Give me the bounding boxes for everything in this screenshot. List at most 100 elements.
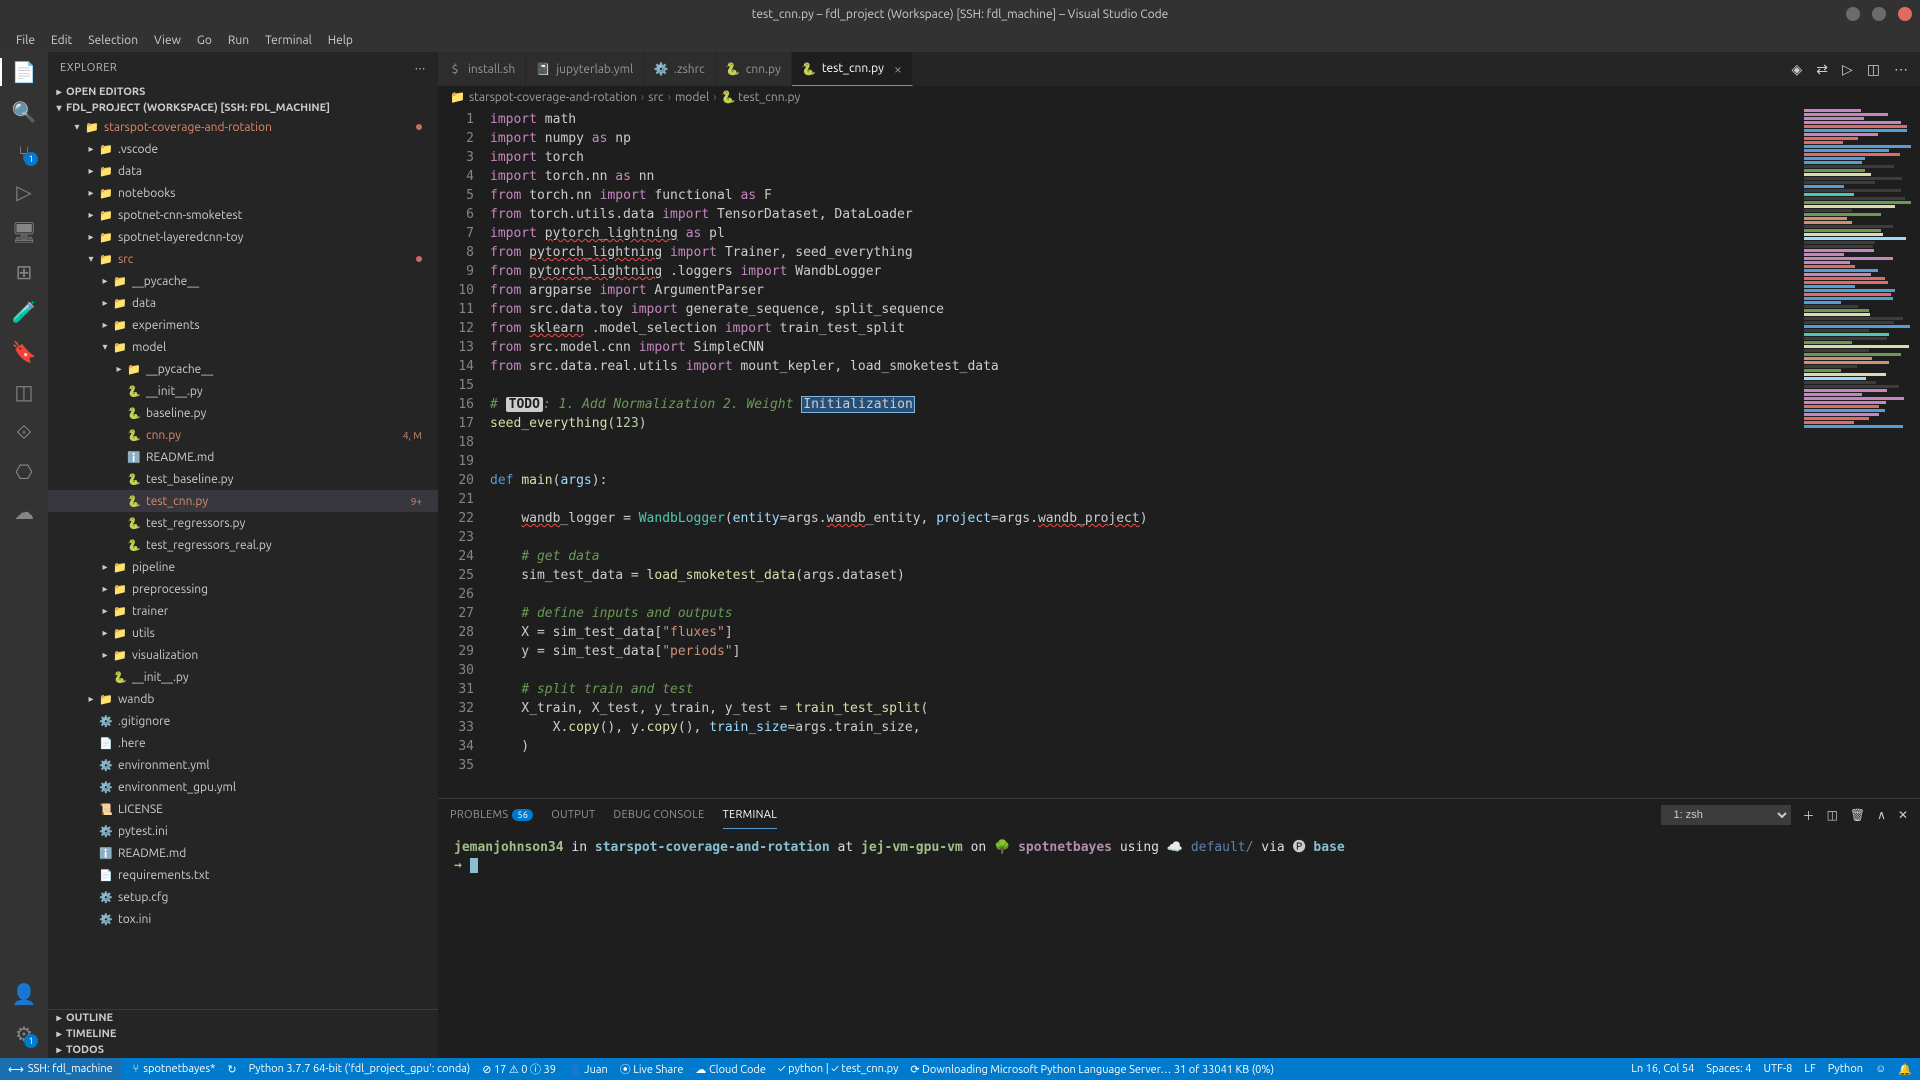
project-manager-icon[interactable]: ⟐: [12, 420, 36, 444]
menu-selection[interactable]: Selection: [80, 32, 146, 49]
tree-item[interactable]: ▸📁notebooks: [48, 182, 438, 204]
feedback-icon[interactable]: ☺: [1875, 1063, 1886, 1075]
menu-terminal[interactable]: Terminal: [257, 32, 320, 49]
project-section[interactable]: ▾FDL_PROJECT (WORKSPACE) [SSH: FDL_MACHI…: [48, 100, 438, 116]
tree-item[interactable]: ▸📁utils: [48, 622, 438, 644]
tree-item[interactable]: ⚙️environment.yml: [48, 754, 438, 776]
cloudcode-status[interactable]: ☁ Cloud Code: [695, 1063, 766, 1076]
menu-help[interactable]: Help: [320, 32, 361, 49]
close-tab-icon[interactable]: ×: [894, 61, 902, 77]
open-editors-section[interactable]: ▸OPEN EDITORS: [48, 84, 438, 100]
tree-item[interactable]: 🐍baseline.py: [48, 402, 438, 424]
terminal-select[interactable]: 1: zsh: [1661, 805, 1791, 825]
tree-item[interactable]: ▸📁wandb: [48, 688, 438, 710]
outline-section[interactable]: ▸OUTLINE: [48, 1010, 438, 1026]
tree-item[interactable]: 🐍cnn.py4, M: [48, 424, 438, 446]
spaces-status[interactable]: Spaces: 4: [1706, 1063, 1751, 1075]
breadcrumb-item[interactable]: starspot-coverage-and-rotation: [469, 91, 637, 104]
minimap[interactable]: [1800, 108, 1920, 798]
langmode-status[interactable]: Python: [1828, 1063, 1863, 1075]
editor-tab[interactable]: 📓jupyterlab.yml: [526, 52, 644, 86]
close-panel-icon[interactable]: ✕: [1898, 808, 1908, 822]
tree-item[interactable]: ⚙️tox.ini: [48, 908, 438, 930]
tree-item[interactable]: 🐍test_baseline.py: [48, 468, 438, 490]
split-editor-icon[interactable]: ◫: [1867, 61, 1880, 78]
more-icon[interactable]: ⋯: [415, 62, 427, 75]
bookmarks-icon[interactable]: 🔖: [12, 340, 36, 364]
tree-item[interactable]: ℹ️README.md: [48, 446, 438, 468]
explorer-icon[interactable]: 📄: [12, 60, 36, 84]
tree-item[interactable]: ▸📁__pycache__: [48, 270, 438, 292]
maximize-icon[interactable]: [1872, 7, 1886, 21]
tree-item[interactable]: 🐍test_regressors_real.py: [48, 534, 438, 556]
tree-item[interactable]: ⚙️environment_gpu.yml: [48, 776, 438, 798]
tree-item[interactable]: ⚙️.gitignore: [48, 710, 438, 732]
tree-item[interactable]: 🐍test_regressors.py: [48, 512, 438, 534]
tree-item[interactable]: ⚙️setup.cfg: [48, 886, 438, 908]
user-status[interactable]: 👤 Juan: [568, 1063, 608, 1076]
editor-tab[interactable]: 🐍test_cnn.py×: [792, 52, 913, 86]
breadcrumb-item[interactable]: src: [648, 91, 663, 104]
tree-item[interactable]: ▾📁model: [48, 336, 438, 358]
tree-item[interactable]: ▸📁__pycache__: [48, 358, 438, 380]
search-icon[interactable]: 🔍: [12, 100, 36, 124]
lncol-status[interactable]: Ln 16, Col 54: [1631, 1063, 1694, 1075]
tree-item[interactable]: ▾📁src: [48, 248, 438, 270]
tree-item[interactable]: ▾📁starspot-coverage-and-rotation: [48, 116, 438, 138]
tree-item[interactable]: ▸📁data: [48, 160, 438, 182]
split-terminal-icon[interactable]: ◫: [1827, 808, 1838, 822]
breadcrumb-item[interactable]: 🐍 test_cnn.py: [720, 90, 800, 104]
more-actions-icon[interactable]: ⋯: [1894, 61, 1908, 78]
test-icon[interactable]: 🧪: [12, 300, 36, 324]
close-icon[interactable]: [1898, 7, 1912, 21]
menu-view[interactable]: View: [146, 32, 189, 49]
tree-item[interactable]: ▸📁pipeline: [48, 556, 438, 578]
open-changes-icon[interactable]: ⇄: [1816, 61, 1828, 78]
settings-icon[interactable]: ⚙1: [12, 1022, 36, 1046]
tree-item[interactable]: ▸📁.vscode: [48, 138, 438, 160]
kill-terminal-icon[interactable]: 🗑: [1850, 808, 1865, 822]
tree-item[interactable]: 🐍__init__.py: [48, 666, 438, 688]
notifications-icon[interactable]: 🔔: [1898, 1063, 1912, 1076]
code-editor[interactable]: import mathimport numpy as npimport torc…: [490, 108, 1800, 798]
tree-item[interactable]: 🐍test_cnn.py9+: [48, 490, 438, 512]
output-tab[interactable]: OUTPUT: [551, 805, 595, 825]
tree-item[interactable]: 🐍__init__.py: [48, 380, 438, 402]
tree-item[interactable]: ▸📁spotnet-layeredcnn-toy: [48, 226, 438, 248]
terminal-tab[interactable]: TERMINAL: [723, 805, 778, 825]
tree-item[interactable]: 📜LICENSE: [48, 798, 438, 820]
breadcrumbs[interactable]: 📁starspot-coverage-and-rotation›src›mode…: [438, 86, 1920, 108]
todos-section[interactable]: ▸TODOS: [48, 1042, 438, 1058]
encoding-status[interactable]: UTF-8: [1764, 1063, 1793, 1075]
docker-icon[interactable]: ◫: [12, 380, 36, 404]
tree-item[interactable]: ℹ️README.md: [48, 842, 438, 864]
tree-item[interactable]: ▸📁spotnet-cnn-smoketest: [48, 204, 438, 226]
eol-status[interactable]: LF: [1804, 1063, 1815, 1075]
timeline-section[interactable]: ▸TIMELINE: [48, 1026, 438, 1042]
maximize-panel-icon[interactable]: ∧: [1877, 808, 1886, 822]
extensions-icon[interactable]: ⊞: [12, 260, 36, 284]
tree-item[interactable]: ▸📁visualization: [48, 644, 438, 666]
minimize-icon[interactable]: [1846, 7, 1860, 21]
accounts-icon[interactable]: 👤: [12, 982, 36, 1006]
remote-status[interactable]: ⟷ SSH: fdl_machine: [0, 1058, 121, 1080]
tree-item[interactable]: ▸📁preprocessing: [48, 578, 438, 600]
new-terminal-icon[interactable]: ＋: [1803, 807, 1815, 824]
source-control-icon[interactable]: ⑂1: [12, 140, 36, 164]
run-debug-icon[interactable]: ▷: [12, 180, 36, 204]
cloud-code-icon[interactable]: ☁: [12, 500, 36, 524]
remote-explorer-icon[interactable]: 🖥: [12, 220, 36, 244]
editor-tab[interactable]: 🐍cnn.py: [716, 52, 792, 86]
branch-status[interactable]: ⑂ spotnetbayes*: [133, 1063, 216, 1075]
problems-tab[interactable]: PROBLEMS56: [450, 805, 533, 825]
menu-go[interactable]: Go: [189, 32, 220, 49]
menu-edit[interactable]: Edit: [43, 32, 80, 49]
tree-item[interactable]: ⚙️pytest.ini: [48, 820, 438, 842]
run-file-icon[interactable]: ▷: [1842, 61, 1853, 78]
lang-status[interactable]: ✓ python | ✓ test_cnn.py: [778, 1063, 898, 1075]
tree-item[interactable]: ▸📁experiments: [48, 314, 438, 336]
tree-item[interactable]: ▸📁data: [48, 292, 438, 314]
tree-item[interactable]: ▸📁trainer: [48, 600, 438, 622]
file-tree[interactable]: ▾📁starspot-coverage-and-rotation▸📁.vscod…: [48, 116, 438, 1009]
editor-tab[interactable]: $install.sh: [438, 52, 526, 86]
